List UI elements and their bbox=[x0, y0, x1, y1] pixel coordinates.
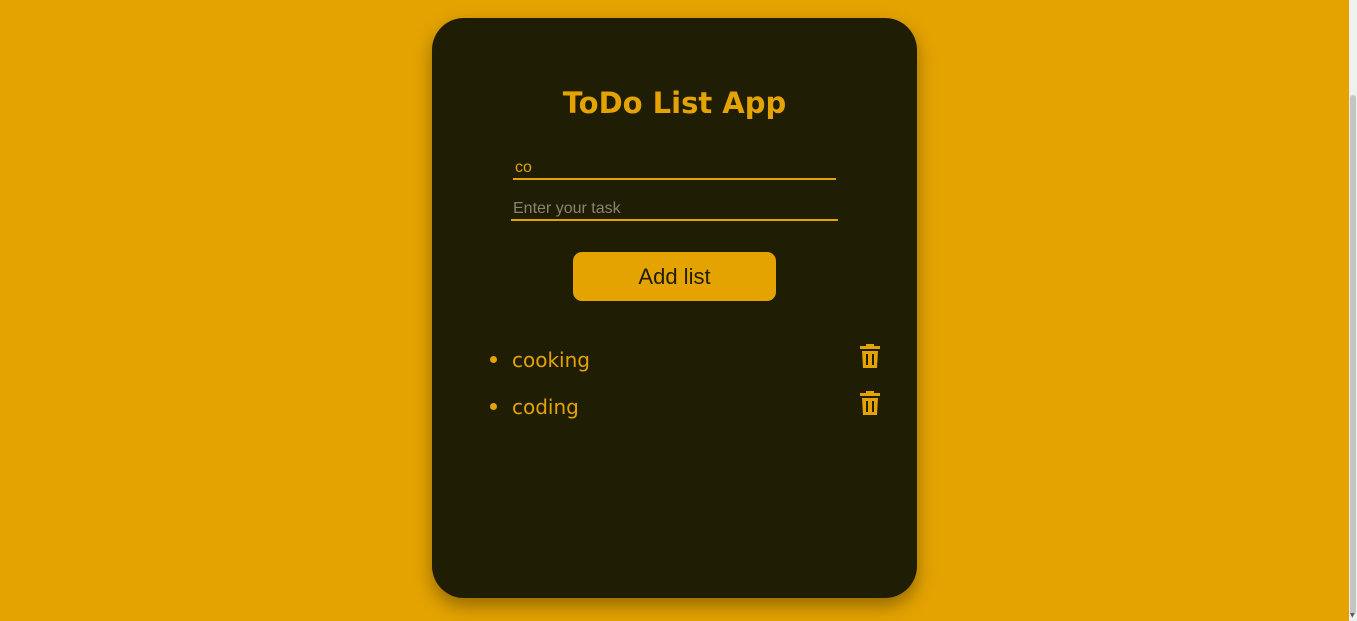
todo-list: cooking coding bbox=[488, 336, 880, 430]
page-scrollbar[interactable]: ▼ bbox=[1349, 0, 1357, 621]
trash-icon[interactable] bbox=[860, 391, 880, 415]
trash-icon[interactable] bbox=[860, 344, 880, 368]
todo-text: coding bbox=[512, 394, 579, 419]
scroll-down-arrow-icon[interactable]: ▼ bbox=[1350, 613, 1356, 619]
add-list-button[interactable]: Add list bbox=[573, 252, 776, 301]
list-item: coding bbox=[488, 383, 880, 430]
task-input[interactable] bbox=[511, 198, 838, 221]
first-text-input[interactable] bbox=[513, 157, 836, 180]
todo-text: cooking bbox=[512, 347, 590, 372]
bullet-icon bbox=[490, 403, 497, 410]
bullet-icon bbox=[490, 356, 497, 363]
list-item: cooking bbox=[488, 336, 880, 383]
scrollbar-thumb[interactable] bbox=[1350, 95, 1356, 615]
todo-card: ToDo List App Add list cooking coding bbox=[432, 18, 917, 598]
app-title: ToDo List App bbox=[562, 86, 787, 120]
